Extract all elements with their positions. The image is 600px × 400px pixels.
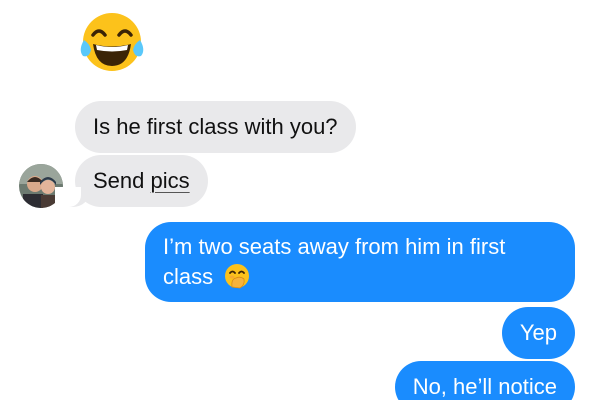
outgoing-message-bubble[interactable]: Yep	[501, 307, 575, 359]
message-text: No, he’ll notice	[412, 374, 557, 399]
message-text-prefix: Send	[93, 168, 151, 193]
outgoing-message-bubble[interactable]: I’m two seats away from him in first cla…	[145, 222, 575, 302]
message-text: I’m two seats away from him in first cla…	[163, 234, 506, 289]
message-text: Is he first class with you?	[93, 114, 338, 139]
incoming-message-bubble[interactable]: Send pics	[55, 155, 208, 207]
message-link-pics[interactable]: pics	[151, 168, 190, 193]
face-with-hand-over-mouth-icon	[225, 264, 250, 289]
message-thread: Is he first class with you? Send pics I’…	[0, 0, 600, 400]
incoming-message-bubble[interactable]: Is he first class with you?	[75, 101, 356, 153]
outgoing-message-bubble[interactable]: No, he’ll notice	[394, 361, 575, 400]
face-with-tears-of-joy-icon	[80, 13, 144, 71]
message-text: Yep	[519, 320, 557, 345]
